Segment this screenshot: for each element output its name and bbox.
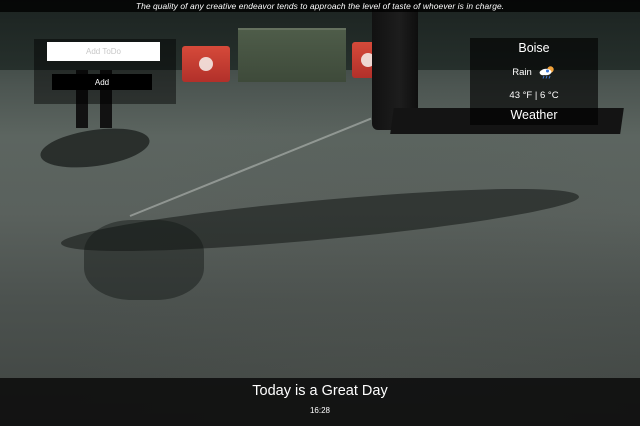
weather-condition: Rain [512, 66, 532, 78]
weather-condition-row: Rain [470, 65, 598, 79]
background-bench [238, 28, 346, 82]
add-todo-input[interactable] [47, 42, 160, 61]
background-cooler [182, 46, 230, 82]
cloud-sun-rain-icon [538, 65, 556, 79]
weather-widget: Boise Rain 43 °F | 6 °C Weather [470, 38, 598, 125]
weather-label[interactable]: Weather [470, 108, 598, 122]
dashboard-screen: The quality of any creative endeavor ten… [0, 0, 640, 426]
background-shadow [84, 220, 204, 300]
day-message: Today is a Great Day [252, 383, 388, 399]
weather-city: Boise [518, 41, 550, 55]
footer-bar: Today is a Great Day 16:28 [0, 378, 640, 426]
weather-temperature: 43 °F | 6 °C [509, 90, 559, 101]
todo-widget: Add [34, 39, 176, 104]
background-shadow [38, 122, 152, 174]
quote-bar: The quality of any creative endeavor ten… [0, 0, 640, 12]
clock-time: 16:28 [309, 406, 331, 415]
add-todo-button[interactable]: Add [52, 74, 152, 90]
quote-text: The quality of any creative endeavor ten… [135, 1, 505, 11]
